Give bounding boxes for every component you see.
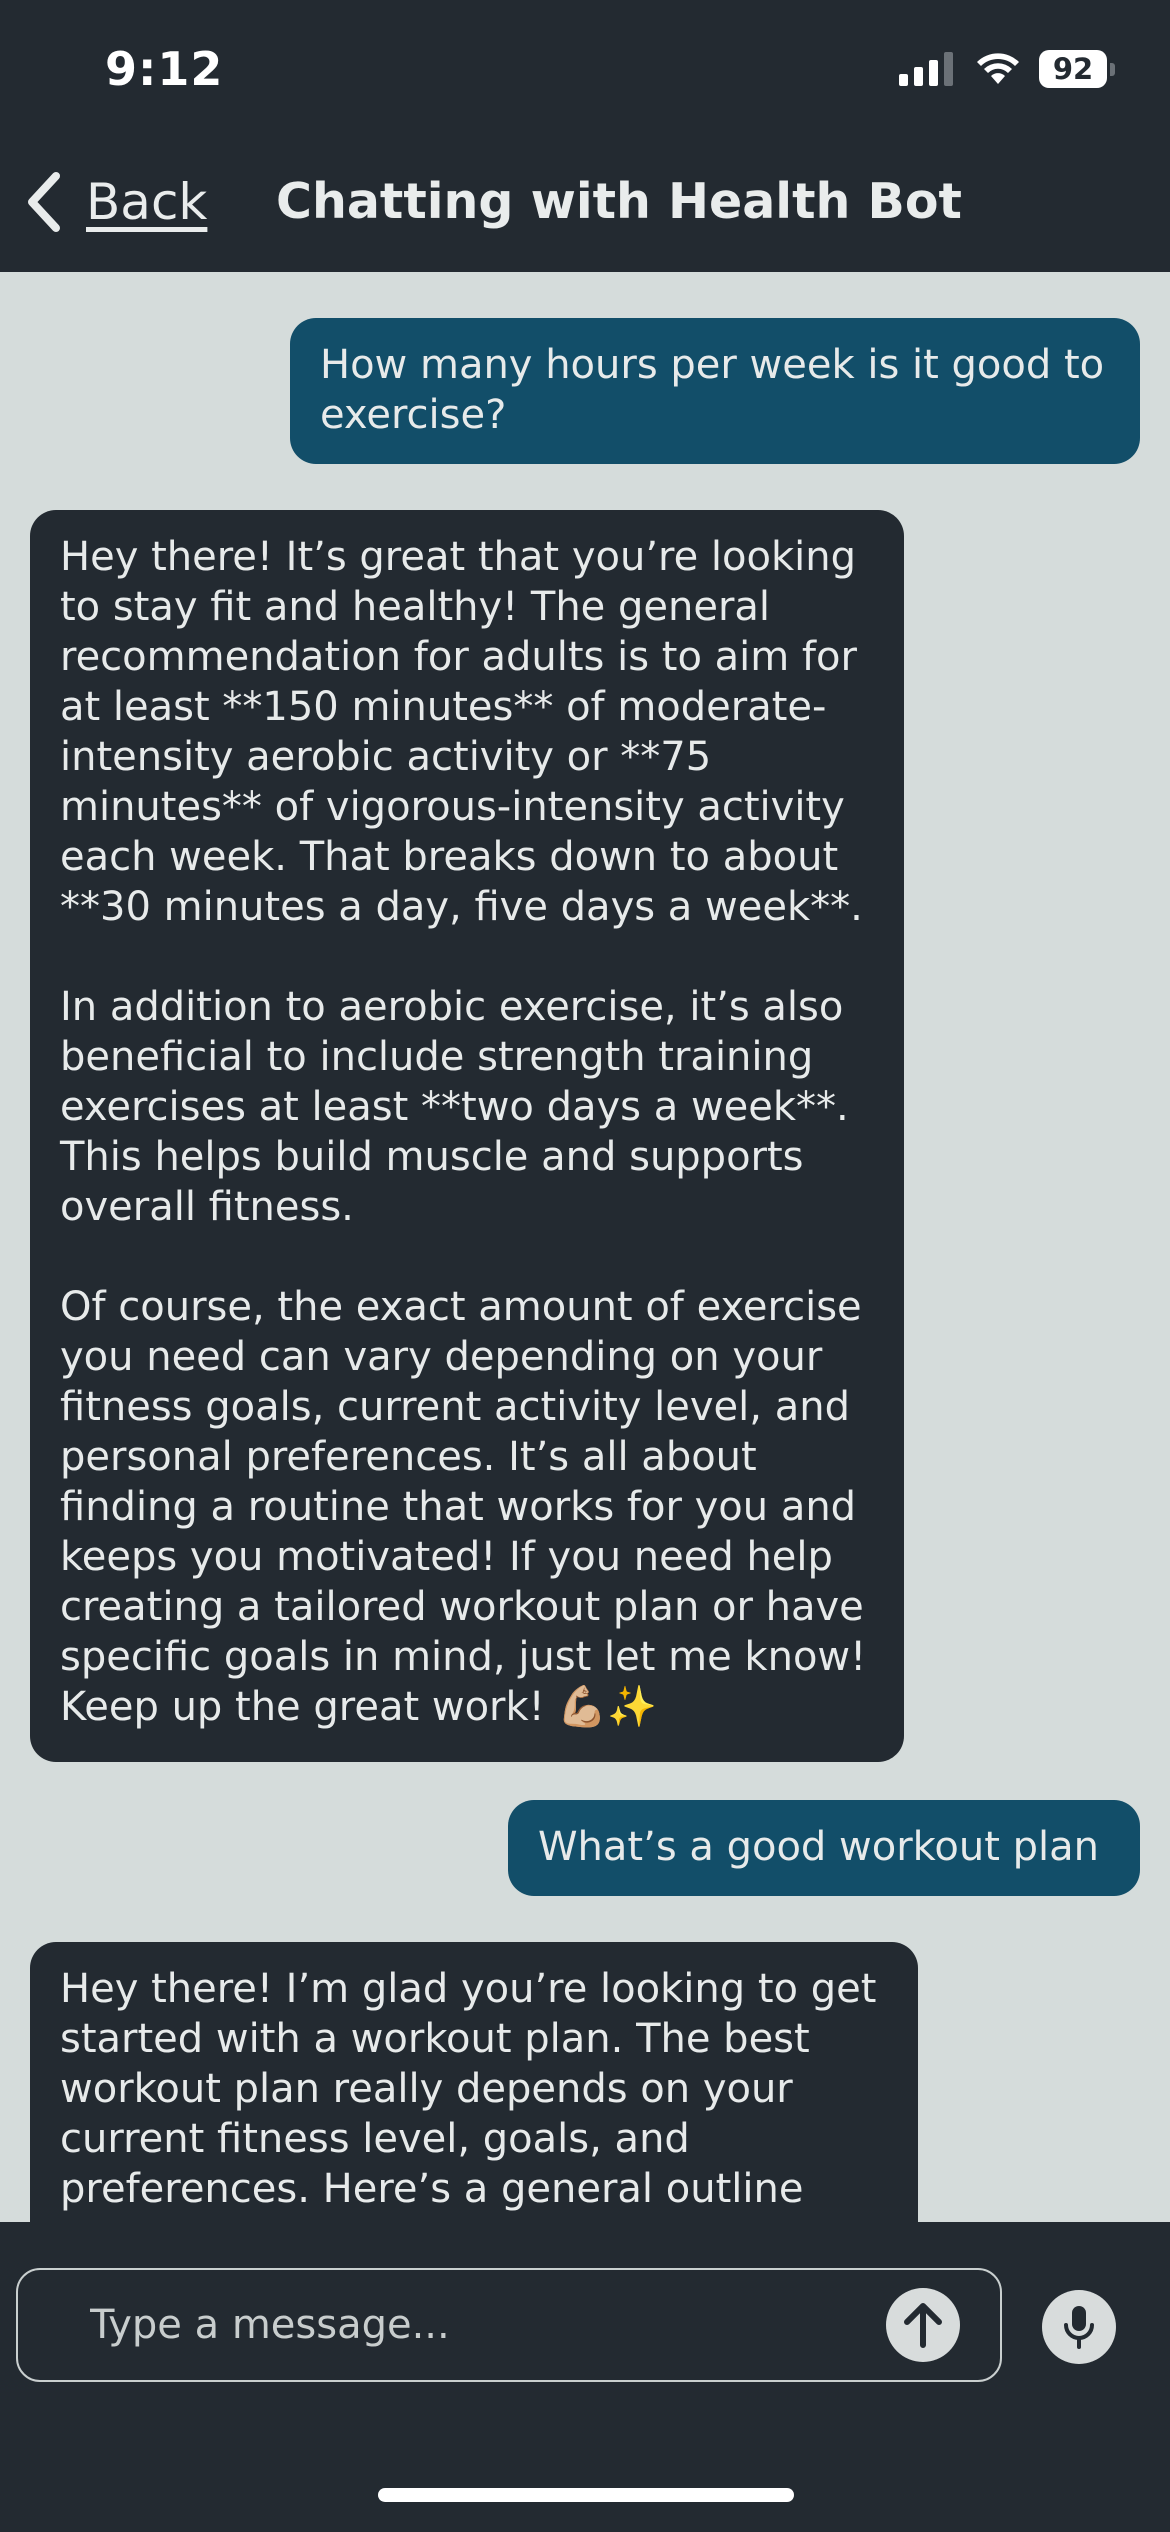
battery-level: 92 [1039, 50, 1107, 88]
message-input-container [16, 2268, 1002, 2382]
chevron-left-icon [28, 172, 60, 232]
nav-bar: Back Chatting with Health Bot [0, 140, 1170, 272]
page-title: Chatting with Health Bot [276, 173, 962, 230]
arrow-up-icon [904, 2303, 942, 2348]
microphone-button[interactable] [1042, 2290, 1116, 2364]
send-button[interactable] [886, 2288, 960, 2362]
status-time: 9:12 [105, 42, 224, 96]
status-bar: 9:12 92 [0, 0, 1170, 140]
message-input[interactable] [88, 2294, 872, 2356]
battery-tip [1110, 62, 1115, 76]
home-indicator[interactable] [378, 2488, 794, 2502]
wifi-icon [977, 53, 1019, 84]
battery-indicator: 92 [1039, 50, 1115, 88]
user-message: How many hours per week is it good to ex… [290, 318, 1140, 464]
user-message: What’s a good workout plan [508, 1800, 1140, 1896]
composer-bar [0, 2222, 1170, 2532]
status-icons: 92 [899, 50, 1115, 88]
back-button[interactable]: Back [24, 170, 207, 234]
microphone-icon [1064, 2306, 1094, 2349]
bot-message: Hey there! It’s great that you’re lookin… [30, 510, 904, 1762]
back-label[interactable]: Back [86, 173, 207, 231]
chat-thread[interactable]: How many hours per week is it good to ex… [0, 272, 1170, 2222]
cellular-signal-icon [899, 52, 953, 86]
bot-message: Hey there! I’m glad you’re looking to ge… [30, 1942, 918, 2222]
